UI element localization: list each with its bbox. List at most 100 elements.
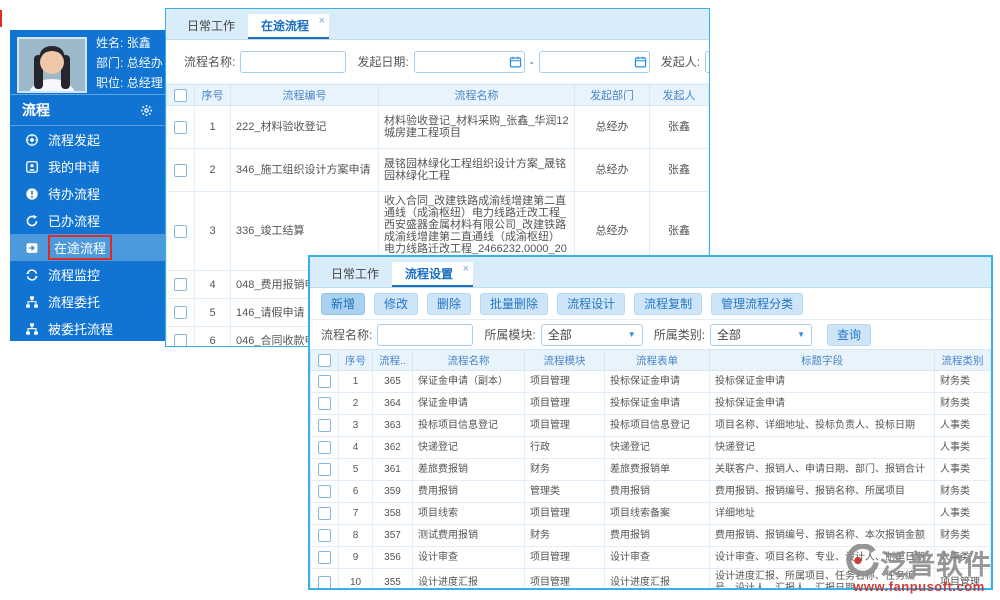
- tab-process-settings[interactable]: 流程设置 ×: [392, 262, 474, 287]
- w2-process-name-input[interactable]: [377, 323, 474, 346]
- add-button[interactable]: 新增: [321, 292, 366, 315]
- batch-delete-button[interactable]: 批量删除: [480, 292, 549, 315]
- row-checkbox[interactable]: [318, 374, 331, 388]
- process-copy-button[interactable]: 流程复制: [634, 292, 703, 315]
- transit-icon: [24, 240, 39, 255]
- cell-process-name: 保证金申请（副本）: [412, 370, 525, 393]
- chevron-down-icon: ▼: [627, 330, 636, 339]
- table-row[interactable]: 2 364 保证金申请 项目管理 投标保证金申请 投标保证金申请 财务类: [310, 392, 991, 415]
- table-row[interactable]: 10 355 设计进度汇报 项目管理 设计进度汇报 设计进度汇报、所属项目、任务名称、任务…: [310, 568, 991, 588]
- table-row[interactable]: 4 362 快递登记 行政 快递登记 快递登记 人事类: [310, 436, 991, 459]
- cell-initiator: 张鑫: [649, 105, 709, 149]
- cell-process-category: 财务类: [934, 480, 991, 503]
- w1-column-header[interactable]: 流程名称: [378, 84, 575, 106]
- cell-process-id: 355: [372, 568, 413, 588]
- cell-seq: 3: [194, 191, 231, 271]
- row-checkbox[interactable]: [174, 163, 187, 177]
- module-select[interactable]: 全部 ▼: [540, 323, 643, 346]
- row-checkbox[interactable]: [174, 334, 187, 346]
- table-row[interactable]: 5 361 差旅费报销 财务 差旅费报销单 关联客户、报销人、申请日期、部门、报销合计 人事…: [310, 458, 991, 481]
- select-all-checkbox[interactable]: [318, 353, 331, 367]
- sidebar-item-my-applications[interactable]: 我的申请: [10, 153, 165, 180]
- sidebar-item-label: 流程监控: [48, 268, 101, 283]
- row-checkbox[interactable]: [318, 462, 331, 476]
- sidebar-item-pending-process[interactable]: 待办流程: [10, 180, 165, 207]
- edit-button[interactable]: 修改: [374, 292, 419, 315]
- tab-close-icon[interactable]: ×: [319, 16, 325, 27]
- sidebar-item-delegated-process[interactable]: 被委托流程: [10, 315, 165, 342]
- sidebar-item-done-process[interactable]: 已办流程: [10, 207, 165, 234]
- w2-column-header[interactable]: 流程名称: [412, 349, 525, 371]
- w2-column-header[interactable]: 序号: [338, 349, 373, 371]
- cell-title-fields: 项目名称、详细地址、投标负责人、投标日期: [709, 414, 935, 437]
- sidebar-item-in-transit-process[interactable]: 在途流程: [10, 234, 165, 261]
- table-row[interactable]: 6 359 费用报销 管理类 费用报销 费用报销、报销编号、报销名称、所属项目 财务类: [310, 480, 991, 503]
- w2-column-header[interactable]: 流程表单: [604, 349, 710, 371]
- row-checkbox[interactable]: [318, 576, 331, 588]
- table-row[interactable]: 2 346_施工组织设计方案申请 晟铭园林绿化工程组织设计方案_晟铭园林绿化工程 总经…: [166, 148, 709, 192]
- tab-close-icon[interactable]: ×: [463, 264, 469, 275]
- cell-process-id: 358: [372, 502, 413, 525]
- row-checkbox[interactable]: [318, 506, 331, 520]
- row-checkbox[interactable]: [174, 224, 187, 238]
- cell-process-category: 财务类: [934, 370, 991, 393]
- select-all-checkbox[interactable]: [174, 88, 187, 102]
- cell-process-id: 359: [372, 480, 413, 503]
- row-checkbox[interactable]: [174, 120, 187, 134]
- calendar-icon[interactable]: [509, 55, 522, 68]
- table-row[interactable]: 1 222_材料验收登记 材料验收登记_材料采购_张鑫_华润12城房建工程项目 总经办…: [166, 105, 709, 149]
- sidebar-item-process-launch[interactable]: 流程发起: [10, 126, 165, 153]
- gear-icon[interactable]: [140, 104, 153, 117]
- w1-column-header[interactable]: 流程编号: [230, 84, 379, 106]
- table-row[interactable]: 3 363 投标项目信息登记 项目管理 投标项目信息登记 项目名称、详细地址、投标负责人、…: [310, 414, 991, 437]
- sidebar-item-process-monitor[interactable]: 流程监控: [10, 261, 165, 288]
- tab-daily-work[interactable]: 日常工作: [318, 262, 392, 287]
- w2-column-header[interactable]: 标题字段: [709, 349, 935, 371]
- w2-column-header[interactable]: 流程..: [372, 349, 413, 371]
- row-checkbox[interactable]: [318, 528, 331, 542]
- table-row[interactable]: 7 358 项目线索 项目管理 项目线索备案 详细地址 人事类: [310, 502, 991, 525]
- cell-initiator: 张鑫: [649, 148, 709, 192]
- row-checkbox[interactable]: [318, 440, 331, 454]
- cell-title-fields: 费用报销、报销编号、报销名称、所属项目: [709, 480, 935, 503]
- w2-column-header[interactable]: 流程类别: [934, 349, 991, 371]
- cell-process-category: 财务类: [934, 524, 991, 547]
- row-checkbox[interactable]: [174, 278, 187, 291]
- table-row[interactable]: 8 357 测试费用报销 财务 费用报销 费用报销、报销编号、报销名称、本次报销金额 财务类: [310, 524, 991, 547]
- row-checkbox[interactable]: [318, 484, 331, 498]
- cell-process-id: 357: [372, 524, 413, 547]
- row-checkbox[interactable]: [318, 418, 331, 432]
- row-checkbox-cell: [166, 270, 195, 299]
- delete-button[interactable]: 删除: [427, 292, 472, 315]
- row-checkbox-cell: [166, 148, 195, 192]
- w1-column-header[interactable]: 发起人: [649, 84, 709, 106]
- w1-column-header[interactable]: 序号: [194, 84, 231, 106]
- calendar-icon[interactable]: [634, 55, 647, 68]
- table-row[interactable]: 9 356 设计审查 项目管理 设计审查 设计审查、项目名称、专业、设计人、制单日期 人事类: [310, 546, 991, 569]
- sidebar-item-process-delegate[interactable]: 流程委托: [10, 288, 165, 315]
- row-checkbox[interactable]: [318, 396, 331, 410]
- row-checkbox[interactable]: [174, 306, 187, 319]
- tab-daily-work[interactable]: 日常工作: [174, 14, 248, 39]
- cell-process-form: 项目线索备案: [604, 502, 710, 525]
- w1-column-header[interactable]: 发起部门: [574, 84, 650, 106]
- table-row[interactable]: 1 365 保证金申请（副本） 项目管理 投标保证金申请 投标保证金申请 财务类: [310, 370, 991, 393]
- manage-process-category-button[interactable]: 管理流程分类: [711, 292, 804, 315]
- row-checkbox[interactable]: [318, 550, 331, 564]
- tab-in-transit-process[interactable]: 在途流程 ×: [248, 14, 330, 39]
- window-process-settings: 日常工作 流程设置 × 新增 修改 删除 批量删除 流程设计 流程复制 管理流程分类 流程名称:…: [308, 255, 993, 590]
- tab-label: 在途流程: [261, 19, 310, 33]
- category-select[interactable]: 全部 ▼: [710, 323, 813, 346]
- cell-title-fields: 投标保证金申请: [709, 392, 935, 415]
- cell-title-fields: 详细地址: [709, 502, 935, 525]
- w2-column-header[interactable]: 流程模块: [524, 349, 605, 371]
- query-button[interactable]: 查询: [827, 323, 872, 346]
- w1-end-date-field: [538, 50, 650, 73]
- process-design-button[interactable]: 流程设计: [557, 292, 626, 315]
- cell-process-id: 362: [372, 436, 413, 459]
- broadcast-icon: [24, 132, 39, 147]
- cell-seq: 4: [194, 270, 231, 299]
- w1-initiator-input[interactable]: [705, 50, 709, 73]
- w1-process-name-input[interactable]: [240, 50, 347, 73]
- cell-process-category: 人事类: [934, 436, 991, 459]
